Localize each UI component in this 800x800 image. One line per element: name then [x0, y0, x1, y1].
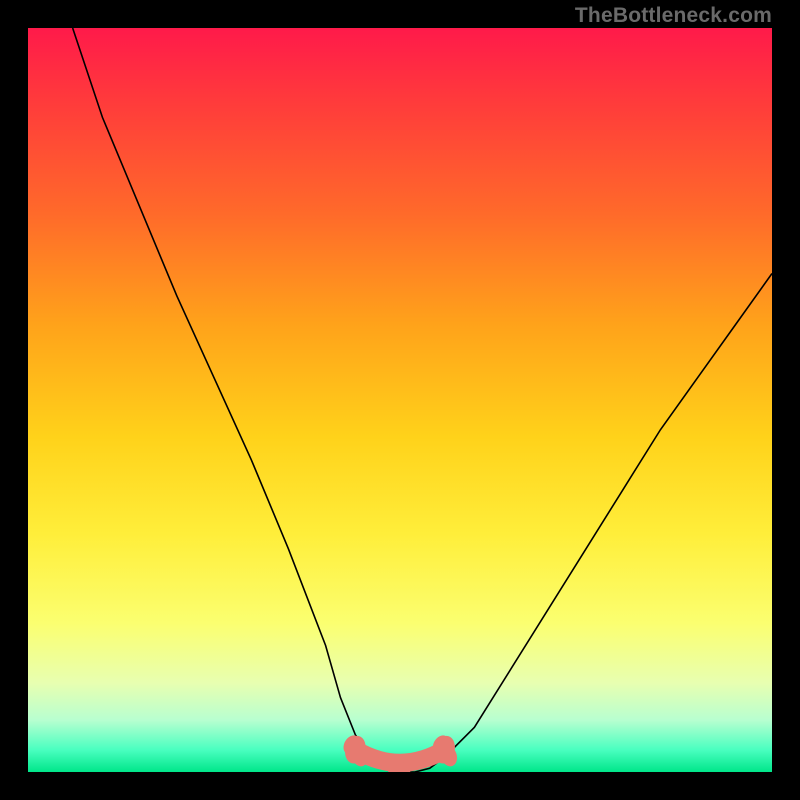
bottleneck-curve-line	[73, 28, 772, 772]
chart-frame: TheBottleneck.com	[0, 0, 800, 800]
bottleneck-chart	[28, 28, 772, 772]
watermark-text: TheBottleneck.com	[575, 4, 772, 28]
plot-area	[28, 28, 772, 772]
marker-group	[340, 733, 460, 772]
